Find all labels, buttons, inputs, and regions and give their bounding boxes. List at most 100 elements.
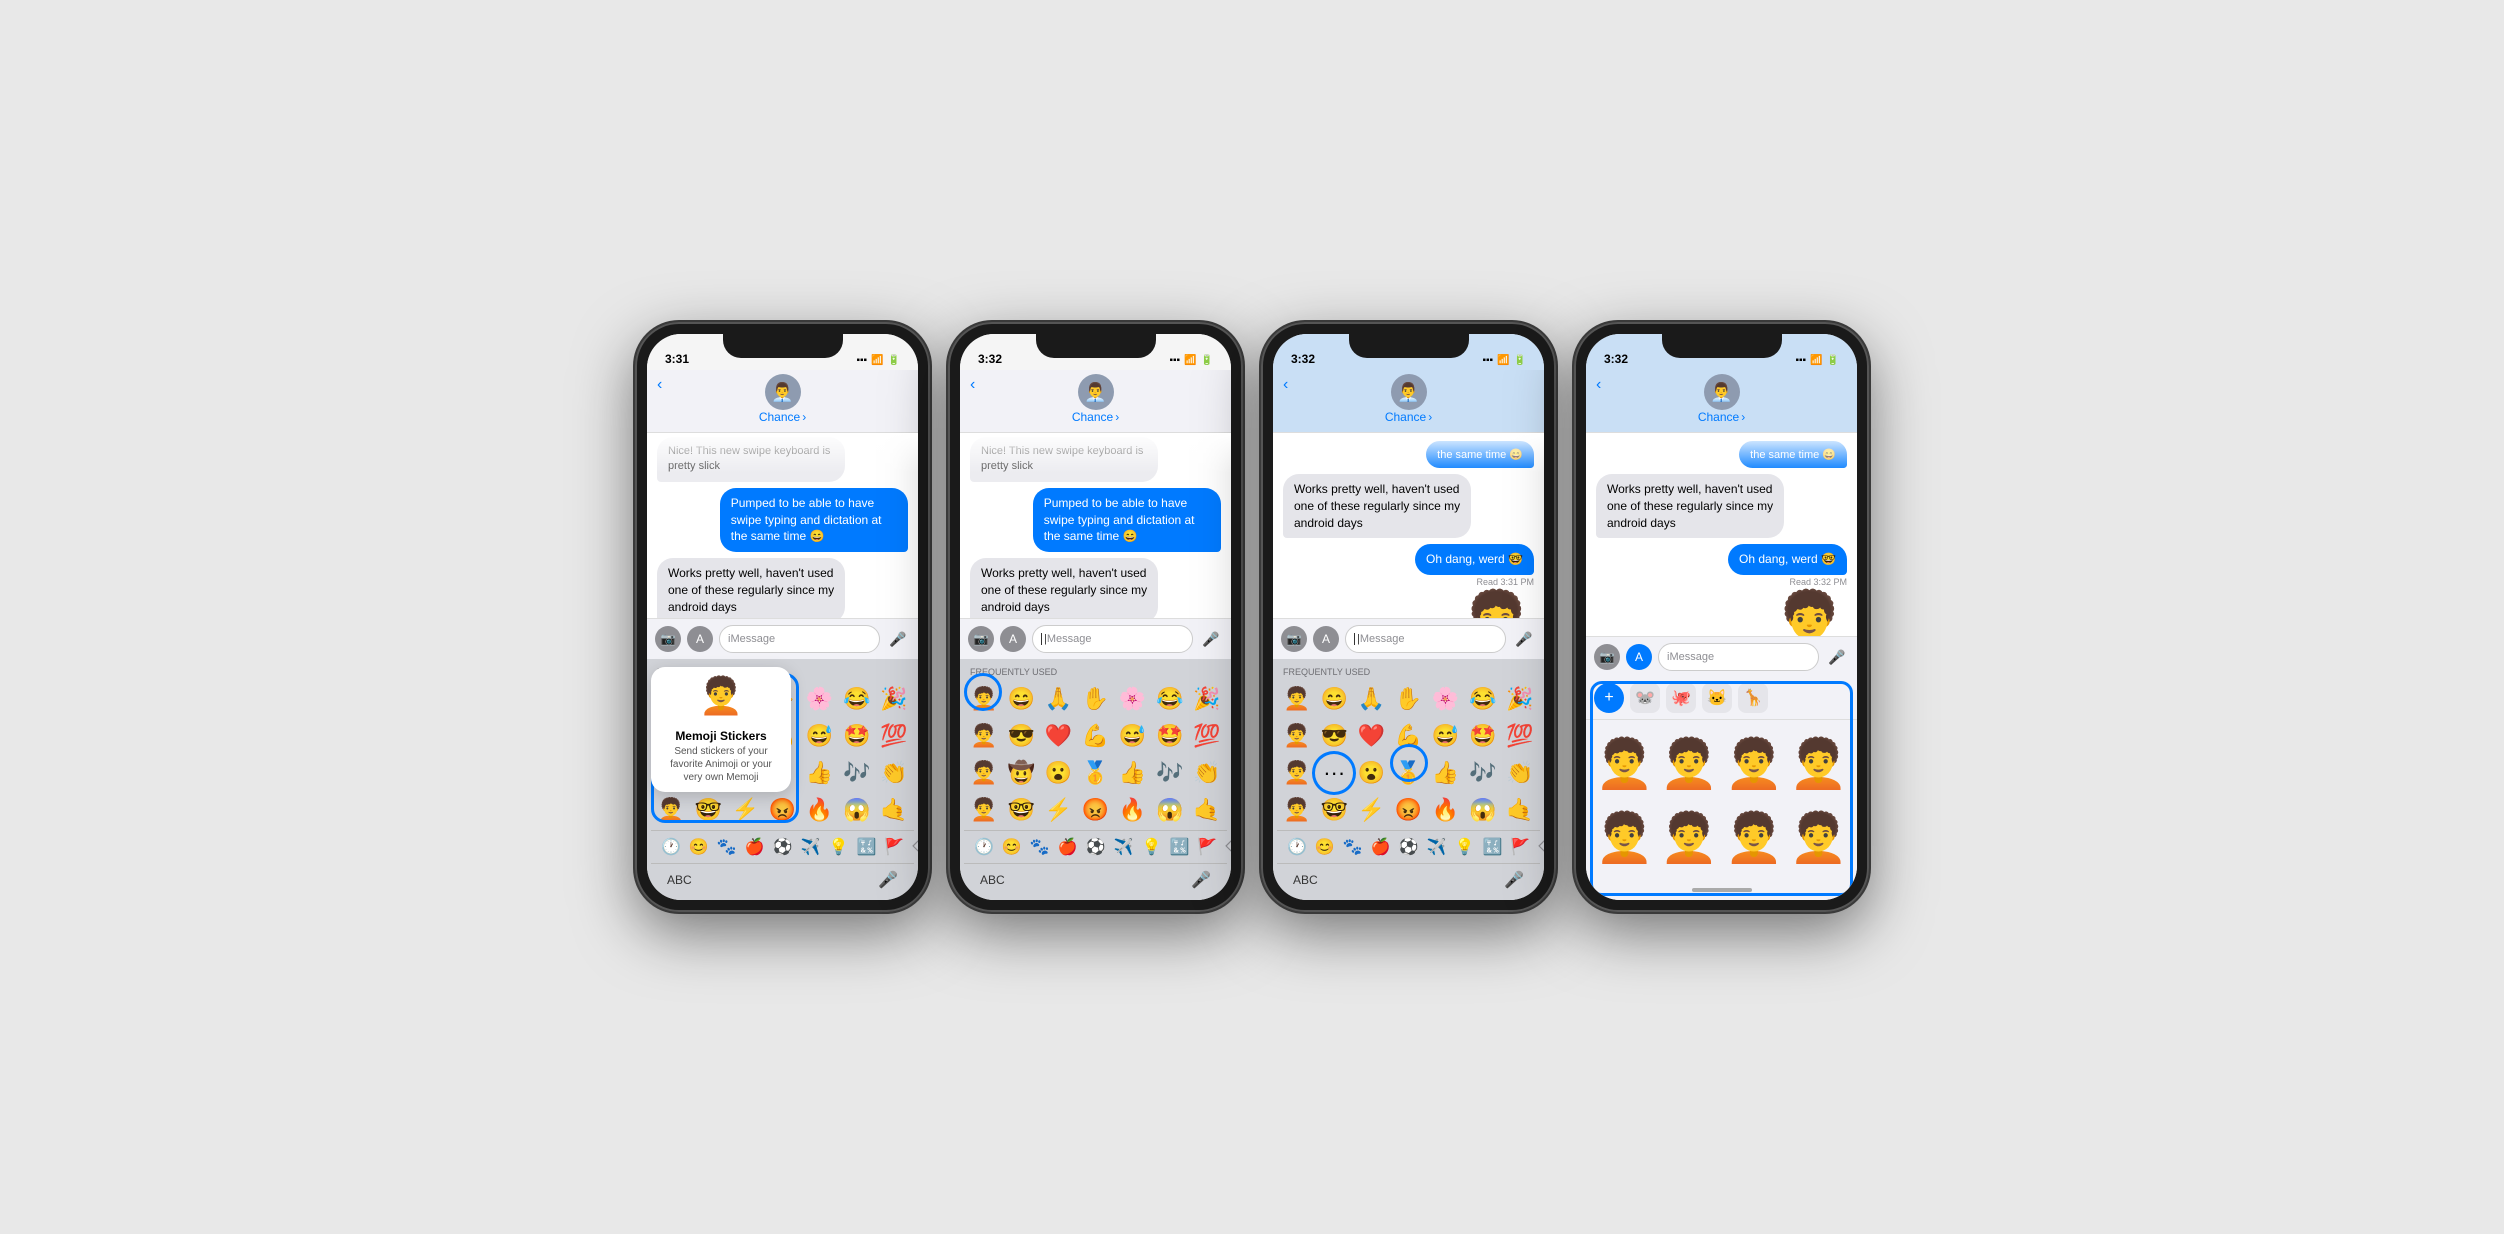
emoji-tab-objects-2[interactable]: 💡 — [1138, 835, 1166, 859]
emoji-tab-travel-2[interactable]: ✈️ — [1110, 835, 1138, 859]
emoji-cell[interactable]: 👏 — [1189, 755, 1225, 791]
emoji-tab-flags-3[interactable]: 🚩 — [1506, 835, 1534, 859]
emoji-cell[interactable]: 😄 — [1003, 681, 1039, 717]
emoji-cell[interactable]: 🙏 — [1353, 681, 1389, 717]
emoji-cell[interactable]: 🧑‍🦱 — [966, 718, 1002, 754]
emoji-cell[interactable]: 🤩 — [1152, 718, 1188, 754]
emoji-cell[interactable]: 💯 — [876, 718, 912, 754]
emoji-cell[interactable]: 😡 — [1390, 792, 1426, 828]
mic-label-1[interactable]: 🎤 — [878, 870, 898, 890]
emoji-cell[interactable]: 👍 — [802, 755, 838, 791]
emoji-tab-activities-2[interactable]: ⚽ — [1082, 835, 1110, 859]
emoji-cell[interactable]: 🥇 — [1390, 755, 1426, 791]
mic-label-3[interactable]: 🎤 — [1504, 870, 1524, 890]
emoji-cell[interactable]: 🥇 — [1077, 755, 1113, 791]
back-button-2[interactable]: ‹ — [970, 376, 975, 394]
emoji-cell[interactable]: 🧑‍🦱 — [653, 792, 689, 828]
mic-icon-1[interactable]: 🎤 — [886, 627, 910, 651]
emoji-cell[interactable]: 😡 — [1077, 792, 1113, 828]
emoji-cell[interactable]: 😱 — [839, 792, 875, 828]
emoji-cell[interactable]: ✋ — [1390, 681, 1426, 717]
emoji-memoji-3[interactable]: 🧑‍🦱 — [1279, 681, 1315, 717]
sticker-cat-3[interactable]: 🐱 — [1702, 683, 1732, 713]
emoji-cell[interactable]: 😎 — [1316, 718, 1352, 754]
emoji-cell[interactable]: ⚡ — [1353, 792, 1389, 828]
sticker-cell[interactable]: 🧑‍🦱 — [1594, 728, 1655, 798]
emoji-cell[interactable]: 💪 — [1390, 718, 1426, 754]
emoji-tab-objects[interactable]: 💡 — [825, 835, 853, 859]
back-button-1[interactable]: ‹ — [657, 376, 662, 394]
sticker-cat-4[interactable]: 🦒 — [1738, 683, 1768, 713]
emoji-cell[interactable]: 🌸 — [802, 681, 838, 717]
emoji-cell[interactable]: 😎 — [1003, 718, 1039, 754]
emoji-cell[interactable]: 🙏 — [1040, 681, 1076, 717]
emoji-cell[interactable]: ⚡ — [1040, 792, 1076, 828]
emoji-cell[interactable]: 🧑‍🦱 — [966, 755, 1002, 791]
add-sticker-button[interactable]: + — [1594, 683, 1624, 713]
emoji-cell[interactable]: 🤙 — [1189, 792, 1225, 828]
sticker-cell[interactable]: 🧑‍🦱 — [1659, 802, 1720, 872]
emoji-cell[interactable]: 😅 — [802, 718, 838, 754]
emoji-cell[interactable]: 🎶 — [839, 755, 875, 791]
emoji-cell[interactable]: 🤓 — [690, 792, 726, 828]
emoji-cell[interactable]: 😡 — [764, 792, 800, 828]
emoji-delete-3[interactable]: ⌫ — [1534, 835, 1544, 859]
app-icon-4[interactable]: A — [1626, 644, 1652, 670]
emoji-cell[interactable]: 🧑‍🦱 — [966, 792, 1002, 828]
emoji-cell[interactable]: 👍 — [1428, 755, 1464, 791]
sticker-cell[interactable]: 🧑‍🦱 — [1594, 802, 1655, 872]
emoji-cell[interactable]: 💯 — [1189, 718, 1225, 754]
emoji-tab-smileys-3[interactable]: 😊 — [1311, 835, 1339, 859]
sticker-cell[interactable]: 🧑‍🦱 — [1788, 728, 1849, 798]
emoji-cell[interactable]: 😅 — [1115, 718, 1151, 754]
emoji-cell[interactable]: 🤙 — [876, 792, 912, 828]
emoji-cell[interactable]: 😂 — [839, 681, 875, 717]
emoji-cell[interactable]: 🌸 — [1115, 681, 1151, 717]
emoji-tab-food[interactable]: 🍎 — [741, 835, 769, 859]
emoji-tab-food-3[interactable]: 🍎 — [1367, 835, 1395, 859]
contact-name-4[interactable]: Chance › — [1698, 410, 1745, 424]
sticker-cell[interactable]: 🧑‍🦱 — [1788, 802, 1849, 872]
emoji-tab-smileys[interactable]: 😊 — [685, 835, 713, 859]
emoji-cell[interactable]: 🌸 — [1428, 681, 1464, 717]
message-input-1[interactable]: iMessage — [719, 625, 880, 653]
sticker-cell[interactable]: 🧑‍🦱 — [1724, 728, 1785, 798]
emoji-cell[interactable]: ❤️ — [1353, 718, 1389, 754]
emoji-tab-nature-3[interactable]: 🐾 — [1339, 835, 1367, 859]
emoji-cell[interactable]: 🤩 — [1465, 718, 1501, 754]
emoji-cell[interactable]: 🤓 — [1003, 792, 1039, 828]
emoji-cell[interactable]: ⚡ — [727, 792, 763, 828]
message-input-3[interactable]: | Message — [1345, 625, 1506, 653]
contact-name-3[interactable]: Chance › — [1385, 410, 1432, 424]
emoji-cell[interactable]: 🧑‍🦱 — [1279, 755, 1315, 791]
emoji-cell[interactable]: 💪 — [1077, 718, 1113, 754]
sticker-cat-2[interactable]: 🐙 — [1666, 683, 1696, 713]
emoji-tab-flags-2[interactable]: 🚩 — [1193, 835, 1221, 859]
camera-icon-3[interactable]: 📷 — [1281, 626, 1307, 652]
sticker-cell[interactable]: 🧑‍🦱 — [1724, 802, 1785, 872]
emoji-tab-activities[interactable]: ⚽ — [769, 835, 797, 859]
emoji-tab-symbols-3[interactable]: 🔣 — [1478, 835, 1506, 859]
emoji-tab-nature-2[interactable]: 🐾 — [1026, 835, 1054, 859]
sticker-cell[interactable]: 🧑‍🦱 — [1659, 728, 1720, 798]
emoji-delete[interactable]: ⌫ — [908, 835, 918, 859]
mic-icon-2[interactable]: 🎤 — [1199, 627, 1223, 651]
emoji-tab-activities-3[interactable]: ⚽ — [1395, 835, 1423, 859]
emoji-cell[interactable]: 🤓 — [1316, 792, 1352, 828]
message-input-2[interactable]: | Message — [1032, 625, 1193, 653]
emoji-tab-food-2[interactable]: 🍎 — [1054, 835, 1082, 859]
emoji-tab-recent-3[interactable]: 🕐 — [1283, 835, 1311, 859]
emoji-cell[interactable]: 😅 — [1428, 718, 1464, 754]
emoji-cell[interactable]: 😂 — [1152, 681, 1188, 717]
emoji-cell[interactable]: 😮 — [1040, 755, 1076, 791]
emoji-delete-2[interactable]: ⌫ — [1221, 835, 1231, 859]
app-icon-3[interactable]: A — [1313, 626, 1339, 652]
emoji-cell[interactable]: 💯 — [1502, 718, 1538, 754]
emoji-tab-smileys-2[interactable]: 😊 — [998, 835, 1026, 859]
emoji-cell[interactable]: 👏 — [1502, 755, 1538, 791]
emoji-cell[interactable]: 🧑‍🦱 — [1279, 718, 1315, 754]
camera-icon-2[interactable]: 📷 — [968, 626, 994, 652]
emoji-tab-travel[interactable]: ✈️ — [797, 835, 825, 859]
contact-name-2[interactable]: Chance › — [1072, 410, 1119, 424]
emoji-cell[interactable]: ✋ — [1077, 681, 1113, 717]
